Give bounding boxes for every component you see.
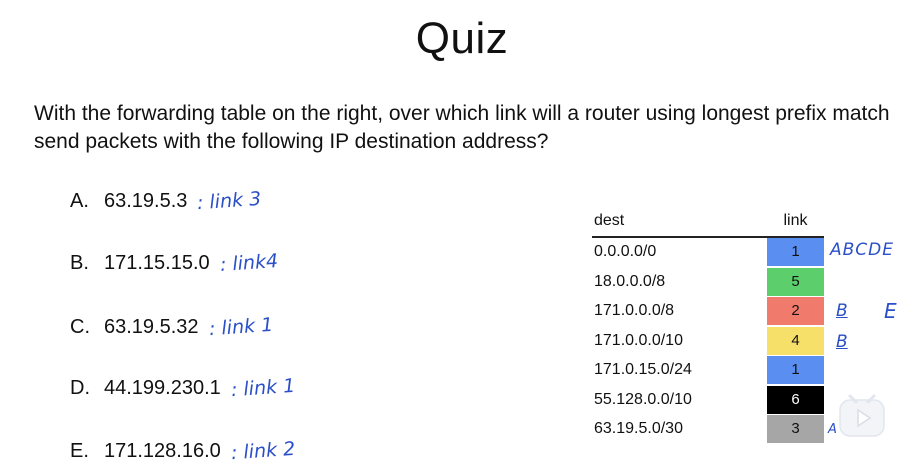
option-c: C. 63.19.5.32 : link 1	[70, 313, 274, 341]
option-address: 63.19.5.32	[104, 316, 199, 338]
dest-cell: 171.0.0.0/8	[594, 302, 675, 319]
dest-cell: 171.0.15.0/24	[594, 361, 692, 378]
link-cell: 5	[767, 267, 824, 296]
option-e: E. 171.128.16.0 : link 2	[70, 437, 296, 465]
dest-cell: 55.128.0.0/10	[594, 390, 692, 408]
table-row: 18.0.0.0/8 5	[592, 267, 824, 298]
dest-cell: 63.19.5.0/30	[594, 420, 683, 437]
option-a: A. 63.19.5.3 : link 3	[70, 187, 263, 215]
table-row: 0.0.0.0/0 1	[592, 238, 824, 268]
option-address: 63.19.5.3	[104, 190, 188, 212]
table-row: 171.0.0.0/8 2	[592, 297, 824, 327]
dest-cell: 171.0.0.0/10	[594, 331, 683, 349]
option-d: D. 44.199.230.1 : link 1	[70, 374, 296, 402]
question-text: With the forwarding table on the right, …	[34, 102, 890, 153]
handwritten-answer: : link 3	[196, 187, 263, 215]
handwritten-annotation: ABCDE	[830, 240, 894, 260]
handwritten-answer: : link 2	[230, 437, 296, 465]
option-address: 171.15.15.0	[104, 252, 210, 274]
link-cell: 1	[767, 238, 824, 266]
dest-cell: 0.0.0.0/0	[594, 243, 657, 260]
handwritten-answer: : link4	[218, 249, 279, 277]
option-b: B. 171.15.15.0 : link4	[70, 249, 279, 277]
option-letter: D.	[70, 377, 90, 399]
handwritten-answer: : link 1	[230, 374, 296, 402]
option-address: 44.199.230.1	[104, 377, 221, 399]
option-letter: A.	[70, 190, 89, 212]
column-header-dest: dest	[594, 212, 625, 229]
handwritten-annotation: E	[884, 299, 897, 323]
link-cell: 6	[767, 385, 824, 414]
page-title: Quiz	[415, 14, 509, 63]
link-cell: 1	[767, 356, 824, 384]
option-address: 171.128.16.0	[104, 440, 221, 462]
option-letter: B.	[70, 252, 89, 274]
table-row: 63.19.5.0/30 3	[592, 415, 824, 445]
link-cell: 3	[767, 415, 824, 443]
dest-cell: 18.0.0.0/8	[594, 272, 666, 290]
link-cell: 2	[767, 297, 824, 325]
handwritten-annotation: B	[836, 301, 848, 321]
link-cell: 4	[767, 326, 824, 355]
handwritten-annotation: B	[836, 332, 848, 352]
table-header: dest link	[592, 208, 824, 238]
forwarding-table: dest link 0.0.0.0/0 1 18.0.0.0/8 5 171.0…	[592, 208, 824, 445]
table-row: 55.128.0.0/10 6	[592, 385, 824, 416]
table-row: 171.0.15.0/24 1	[592, 356, 824, 386]
handwritten-answer: : link 1	[207, 313, 274, 341]
video-play-icon	[836, 392, 890, 442]
option-letter: E.	[70, 440, 89, 462]
column-header-link: link	[783, 212, 808, 229]
table-row: 171.0.0.0/10 4	[592, 326, 824, 357]
option-letter: C.	[70, 316, 90, 338]
